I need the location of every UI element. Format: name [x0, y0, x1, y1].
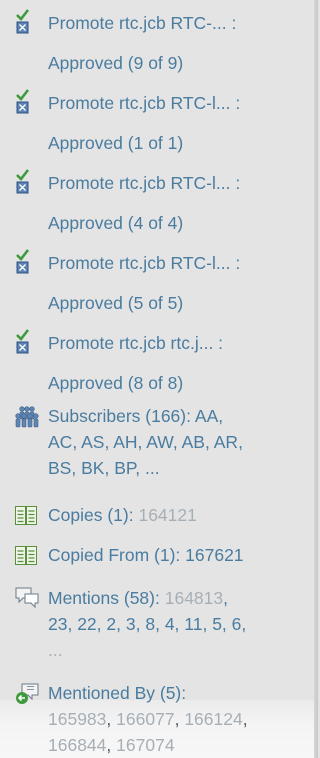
- mention-link[interactable]: 22: [77, 614, 96, 634]
- subscriber-name[interactable]: AA: [195, 406, 218, 426]
- copied-from-section: Copied From (1): 167621: [0, 540, 314, 570]
- approval-item[interactable]: Promote rtc.jcb RTC-... : Approved (9 of…: [0, 0, 314, 80]
- mention-link[interactable]: 3: [126, 614, 136, 634]
- copied-from-text: Copied From (1): 167621: [48, 542, 308, 568]
- approval-item[interactable]: Promote rtc.jcb RTC-l... : Approved (5 o…: [0, 240, 314, 320]
- subscribers-section: Subscribers (166): AA, AC, AS, AH, AW, A…: [0, 400, 314, 494]
- subscriber-name[interactable]: AH: [113, 432, 137, 452]
- approval-status[interactable]: Approved (5 of 5): [48, 283, 308, 323]
- copy-document-icon: [15, 506, 37, 525]
- mentioned-by-link[interactable]: 167074: [116, 735, 174, 755]
- mentioned-by-link[interactable]: 166844: [48, 735, 106, 755]
- subscriber-name[interactable]: BK: [81, 458, 104, 478]
- approval-item[interactable]: Promote rtc.jcb RTC-l... : Approved (4 o…: [0, 160, 314, 240]
- approval-check-icon: [16, 329, 30, 354]
- mentions-section: Mentions (58): 164813, 23, 22, 2, 3, 8, …: [0, 582, 314, 668]
- subscribers-more[interactable]: ...: [145, 458, 160, 478]
- approval-status[interactable]: Approved (9 of 9): [48, 43, 308, 83]
- mentioned-by-link[interactable]: 166077: [116, 709, 174, 729]
- approval-title[interactable]: Promote rtc.jcb RTC-l... :: [48, 163, 308, 203]
- approval-text[interactable]: Promote rtc.jcb RTC-l... : Approved (5 o…: [48, 243, 308, 323]
- panel-edge: [314, 0, 318, 758]
- mention-link[interactable]: 5: [212, 614, 222, 634]
- mention-link[interactable]: 164813: [165, 588, 223, 608]
- subscribers-label[interactable]: Subscribers (166):: [48, 406, 191, 426]
- mention-link[interactable]: 2: [106, 614, 116, 634]
- mentions-text: Mentions (58): 164813, 23, 22, 2, 3, 8, …: [48, 588, 247, 660]
- mention-link[interactable]: 11: [184, 614, 202, 634]
- subscriber-name[interactable]: AC: [48, 432, 72, 452]
- copied-from-link[interactable]: 167621: [185, 545, 243, 565]
- approval-item[interactable]: Promote rtc.jcb RTC-l... : Approved (1 o…: [0, 80, 314, 160]
- subscribers-text: Subscribers (166): AA, AC, AS, AH, AW, A…: [48, 406, 243, 478]
- approval-check-icon: [16, 9, 30, 34]
- approval-title[interactable]: Promote rtc.jcb RTC-l... :: [48, 243, 308, 283]
- approval-status[interactable]: Approved (8 of 8): [48, 363, 308, 403]
- mentioned-by-link[interactable]: 165983: [48, 709, 106, 729]
- approval-check-icon: [16, 249, 30, 274]
- subscriber-name[interactable]: BP: [114, 458, 135, 478]
- mentions-more[interactable]: ...: [48, 640, 63, 660]
- subscriber-name[interactable]: BS: [48, 458, 71, 478]
- mentioned-by-icon: [16, 683, 39, 704]
- mentioned-by-label: Mentioned By (5):: [48, 683, 187, 703]
- copies-text: Copies (1): 164121: [48, 502, 308, 528]
- copies-label: Copies (1):: [48, 505, 134, 525]
- mentions-label: Mentions (58):: [48, 588, 160, 608]
- approval-text[interactable]: Promote rtc.jcb RTC-... : Approved (9 of…: [48, 3, 308, 83]
- copy-document-icon: [15, 546, 37, 565]
- speech-bubble-icon: [15, 587, 39, 609]
- people-group-icon: [15, 406, 39, 428]
- approval-title[interactable]: Promote rtc.jcb RTC-l... :: [48, 83, 308, 123]
- subscriber-name[interactable]: AW: [146, 432, 173, 452]
- approval-text[interactable]: Promote rtc.jcb rtc.j... : Approved (8 o…: [48, 323, 308, 403]
- subscriber-name[interactable]: AS: [81, 432, 104, 452]
- copied-from-label: Copied From (1):: [48, 545, 181, 565]
- mention-link[interactable]: 4: [165, 614, 175, 634]
- approval-title[interactable]: Promote rtc.jcb rtc.j... :: [48, 323, 308, 363]
- mentioned-by-link[interactable]: 166124: [184, 709, 242, 729]
- approval-check-icon: [16, 89, 30, 114]
- mention-link[interactable]: 23: [48, 614, 67, 634]
- mention-link[interactable]: 6: [232, 614, 242, 634]
- mentioned-by-section: Mentioned By (5): 165983, 166077, 166124…: [0, 678, 314, 758]
- approval-text[interactable]: Promote rtc.jcb RTC-l... : Approved (4 o…: [48, 163, 308, 243]
- approval-title[interactable]: Promote rtc.jcb RTC-... :: [48, 3, 308, 43]
- approval-item[interactable]: Promote rtc.jcb rtc.j... : Approved (8 o…: [0, 320, 314, 400]
- approval-status[interactable]: Approved (1 of 1): [48, 123, 308, 163]
- mention-link[interactable]: 8: [145, 614, 155, 634]
- subscriber-name[interactable]: AB: [182, 432, 205, 452]
- approval-text[interactable]: Promote rtc.jcb RTC-l... : Approved (1 o…: [48, 83, 308, 163]
- approval-check-icon: [16, 169, 30, 194]
- approval-status[interactable]: Approved (4 of 4): [48, 203, 308, 243]
- copies-section: Copies (1): 164121: [0, 500, 314, 530]
- mentioned-by-text: Mentioned By (5): 165983, 166077, 166124…: [48, 683, 248, 755]
- subscriber-name[interactable]: AR: [214, 432, 238, 452]
- copy-link[interactable]: 164121: [138, 505, 196, 525]
